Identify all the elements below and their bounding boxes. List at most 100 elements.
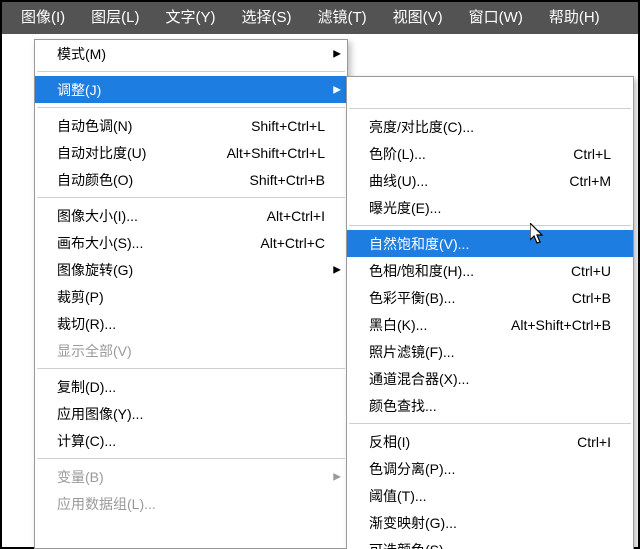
menu-item-shortcut: Alt+Ctrl+C — [250, 235, 325, 251]
menu-item-label: 通道混合器(X)... — [369, 369, 611, 389]
menu-item-label: 黑白(K)... — [369, 315, 501, 335]
menu-item[interactable]: 调整(J) ▶ — [35, 76, 347, 103]
menu-item-label: 应用数据组(L)... — [57, 494, 325, 514]
menu-item-label: 裁切(R)... — [57, 314, 325, 334]
menu-blank — [347, 77, 633, 104]
menu-item[interactable]: 自动对比度(U)Alt+Shift+Ctrl+L — [35, 139, 347, 166]
submenu-arrow-icon: ▶ — [333, 264, 341, 275]
submenu-arrow-icon: ▶ — [333, 84, 341, 95]
menu-item-shortcut: Alt+Shift+Ctrl+L — [217, 145, 325, 161]
menu-item: 应用数据组(L)... — [35, 490, 347, 517]
menu-item-label: 自动色调(N) — [57, 116, 241, 136]
menu-item-label: 自然饱和度(V)... — [369, 234, 611, 254]
menu-item[interactable]: 色调分离(P)... — [347, 455, 633, 482]
menu-item[interactable]: 曲线(U)...Ctrl+M — [347, 167, 633, 194]
menu-item[interactable]: 色阶(L)...Ctrl+L — [347, 140, 633, 167]
submenu-arrow-icon: ▶ — [333, 48, 341, 59]
menu-item: 显示全部(V) — [35, 337, 347, 364]
menubar: 图像(I)图层(L)文字(Y)选择(S)滤镜(T)视图(V)窗口(W)帮助(H) — [2, 2, 638, 34]
menu-item-label: 应用图像(Y)... — [57, 404, 325, 424]
menu-item-shortcut: Alt+Shift+Ctrl+B — [501, 317, 611, 333]
menubar-item[interactable]: 帮助(H) — [536, 2, 613, 34]
menu-item-shortcut: Ctrl+I — [567, 434, 611, 450]
menu-item-label: 色调分离(P)... — [369, 459, 611, 479]
menu-separator — [37, 107, 345, 108]
menu-item[interactable]: 色彩平衡(B)...Ctrl+B — [347, 284, 633, 311]
menu-item-shortcut: Ctrl+U — [561, 263, 611, 279]
menu-item-label: 复制(D)... — [57, 377, 325, 397]
menu-item[interactable]: 颜色查找... — [347, 392, 633, 419]
menubar-item[interactable]: 图像(I) — [8, 2, 78, 34]
menu-item-label: 可选颜色(S)... — [369, 540, 611, 549]
menu-item-shortcut: Ctrl+L — [563, 146, 611, 162]
menu-item-label: 颜色查找... — [369, 396, 611, 416]
menu-item-label: 自动颜色(O) — [57, 170, 240, 190]
menu-item-label: 画布大小(S)... — [57, 233, 250, 253]
menu-item-label: 模式(M) — [57, 44, 325, 64]
menu-item-label: 渐变映射(G)... — [369, 513, 611, 533]
menu-item-shortcut: Ctrl+B — [562, 290, 611, 306]
menu-item[interactable]: 画布大小(S)...Alt+Ctrl+C — [35, 229, 347, 256]
menu-item[interactable]: 裁剪(P) — [35, 283, 347, 310]
menu-item[interactable]: 模式(M) ▶ — [35, 40, 347, 67]
app-frame: 图像(I)图层(L)文字(Y)选择(S)滤镜(T)视图(V)窗口(W)帮助(H)… — [0, 0, 640, 549]
menu-item[interactable]: 黑白(K)...Alt+Shift+Ctrl+B — [347, 311, 633, 338]
menu-item-label: 调整(J) — [57, 80, 325, 100]
menu-item[interactable]: 反相(I)Ctrl+I — [347, 428, 633, 455]
menubar-item[interactable]: 文字(Y) — [153, 2, 229, 34]
menu-item-label: 变量(B) — [57, 467, 325, 487]
menu-item-label: 曝光度(E)... — [369, 198, 611, 218]
menu-area: 模式(M)▶调整(J)▶自动色调(N)Shift+Ctrl+L自动对比度(U)A… — [2, 34, 638, 547]
menu-item[interactable]: 图像旋转(G) ▶ — [35, 256, 347, 283]
menu-separator — [349, 423, 631, 424]
menu-item-label: 裁剪(P) — [57, 287, 325, 307]
menu-item-label: 阈值(T)... — [369, 486, 611, 506]
menu-item[interactable]: 曝光度(E)... — [347, 194, 633, 221]
menu-item[interactable]: 计算(C)... — [35, 427, 347, 454]
menu-item-label: 自动对比度(U) — [57, 143, 217, 163]
adjustments-submenu: 亮度/对比度(C)...色阶(L)...Ctrl+L曲线(U)...Ctrl+M… — [346, 76, 634, 549]
menu-item-shortcut: Alt+Ctrl+I — [257, 208, 325, 224]
menu-item[interactable]: 应用图像(Y)... — [35, 400, 347, 427]
menu-item[interactable]: 自然饱和度(V)... — [347, 230, 633, 257]
menu-item-label: 显示全部(V) — [57, 341, 325, 361]
menu-item[interactable]: 自动色调(N)Shift+Ctrl+L — [35, 112, 347, 139]
menu-item-label: 图像大小(I)... — [57, 206, 257, 226]
menu-separator — [37, 458, 345, 459]
menu-item[interactable]: 照片滤镜(F)... — [347, 338, 633, 365]
menu-item-label: 色相/饱和度(H)... — [369, 261, 561, 281]
menu-item-shortcut: Shift+Ctrl+L — [241, 118, 325, 134]
menu-item-shortcut: Shift+Ctrl+B — [240, 172, 325, 188]
menu-item-label: 色彩平衡(B)... — [369, 288, 562, 308]
menu-item[interactable]: 阈值(T)... — [347, 482, 633, 509]
menu-separator — [349, 225, 631, 226]
menu-item-label: 亮度/对比度(C)... — [369, 117, 611, 137]
menubar-item[interactable]: 选择(S) — [229, 2, 305, 34]
menu-item[interactable]: 渐变映射(G)... — [347, 509, 633, 536]
menu-separator — [349, 108, 631, 109]
menu-item[interactable]: 复制(D)... — [35, 373, 347, 400]
menu-item[interactable]: 可选颜色(S)... — [347, 536, 633, 549]
submenu-arrow-icon: ▶ — [333, 471, 341, 482]
menubar-item[interactable]: 视图(V) — [380, 2, 456, 34]
menu-item[interactable]: 亮度/对比度(C)... — [347, 113, 633, 140]
image-menu: 模式(M)▶调整(J)▶自动色调(N)Shift+Ctrl+L自动对比度(U)A… — [34, 39, 348, 549]
menu-item-label: 计算(C)... — [57, 431, 325, 451]
menu-item[interactable]: 通道混合器(X)... — [347, 365, 633, 392]
menu-separator — [37, 368, 345, 369]
menu-item-label: 反相(I) — [369, 432, 567, 452]
menu-item-shortcut: Ctrl+M — [559, 173, 611, 189]
menu-item-label: 照片滤镜(F)... — [369, 342, 611, 362]
menu-item-label: 曲线(U)... — [369, 171, 559, 191]
menu-item[interactable]: 裁切(R)... — [35, 310, 347, 337]
menu-item[interactable]: 色相/饱和度(H)...Ctrl+U — [347, 257, 633, 284]
menubar-item[interactable]: 窗口(W) — [456, 2, 536, 34]
menu-item[interactable]: 自动颜色(O)Shift+Ctrl+B — [35, 166, 347, 193]
menu-item[interactable]: 图像大小(I)...Alt+Ctrl+I — [35, 202, 347, 229]
menu-item: 变量(B) ▶ — [35, 463, 347, 490]
menu-item-label: 图像旋转(G) — [57, 260, 325, 280]
menubar-item[interactable]: 滤镜(T) — [305, 2, 380, 34]
menu-separator — [37, 71, 345, 72]
menu-separator — [37, 197, 345, 198]
menubar-item[interactable]: 图层(L) — [78, 2, 152, 34]
